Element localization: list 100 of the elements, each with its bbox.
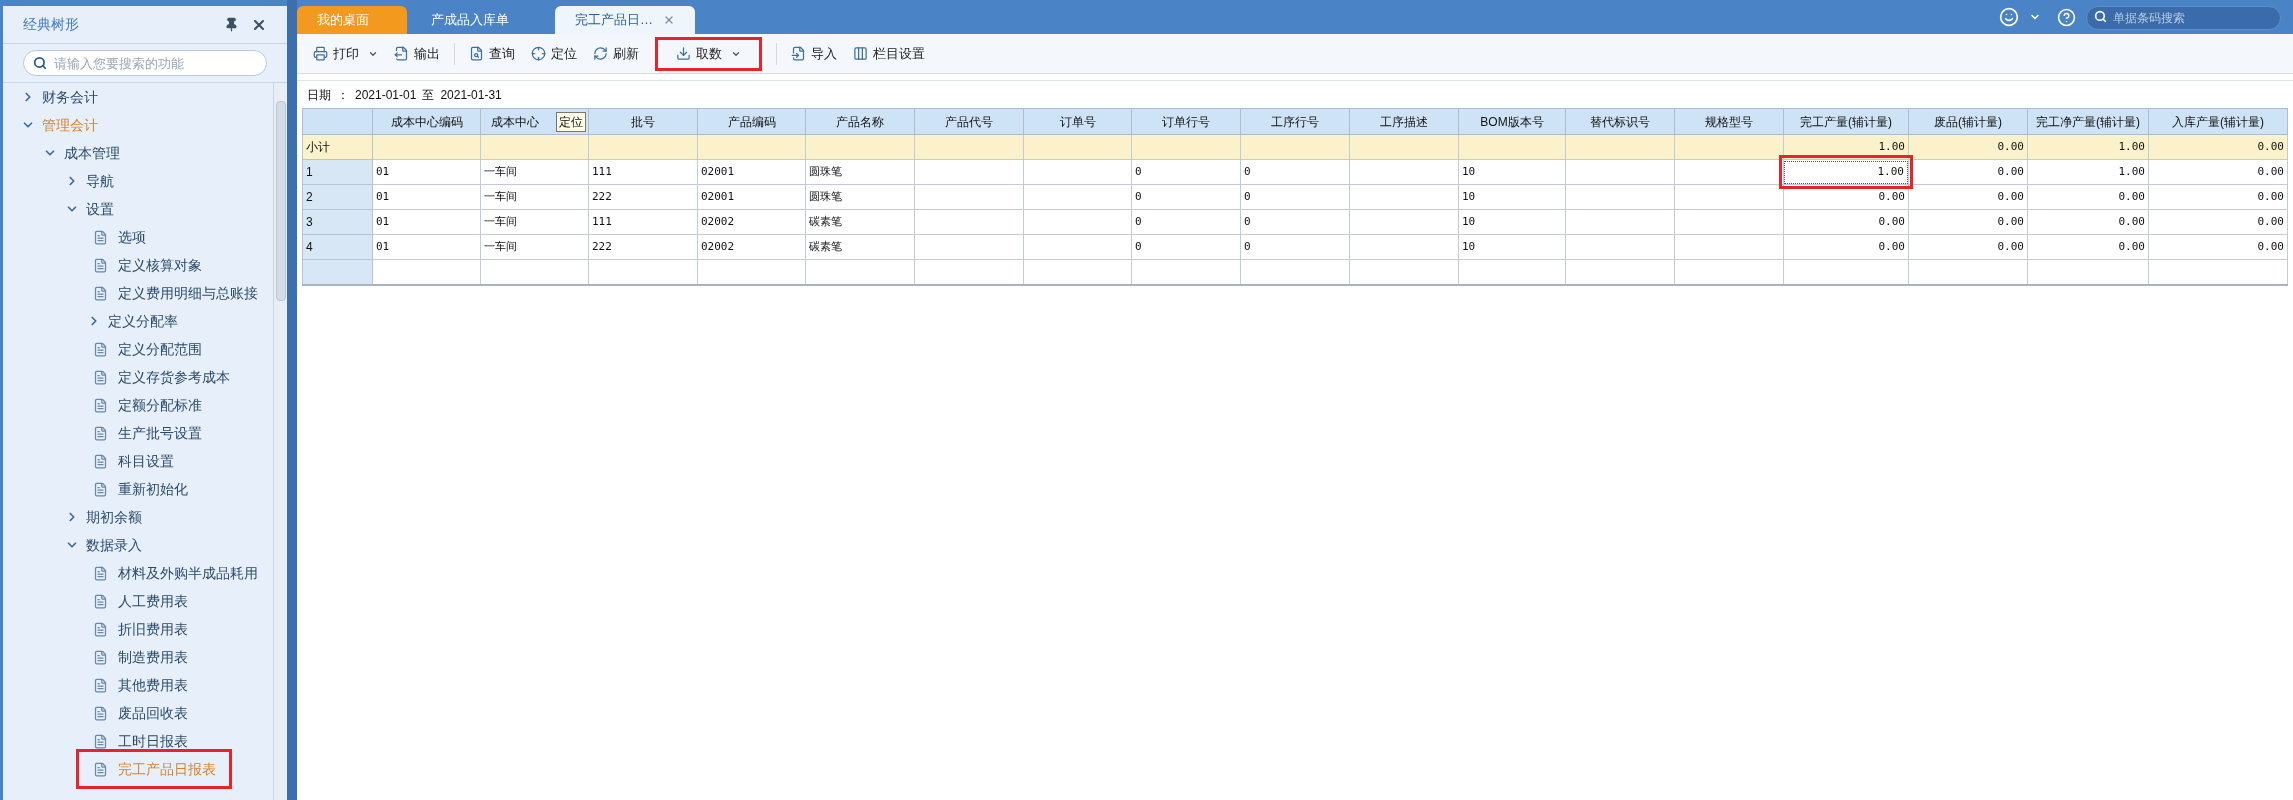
- table-cell-text: 02001: [700, 163, 736, 180]
- table-cell-text: 111: [591, 163, 613, 180]
- table-cell-text: 0.00: [2256, 138, 2285, 155]
- table-cell-text: 111: [591, 213, 613, 230]
- column-header[interactable]: 入库产量(辅计量): [2148, 108, 2288, 135]
- column-header[interactable]: 成本中心 定位: [480, 108, 589, 135]
- column-header[interactable]: 订单号: [1023, 108, 1132, 135]
- smiley-icon[interactable]: [1999, 7, 2019, 27]
- scrollbar[interactable]: [273, 83, 287, 800]
- document-icon: [93, 677, 108, 693]
- tree-item[interactable]: 定义存货参考成本: [116, 369, 232, 385]
- row-header[interactable]: 小计: [302, 134, 373, 160]
- column-header[interactable]: 规格型号: [1674, 108, 1784, 135]
- toolbar-button[interactable]: 查询: [461, 36, 523, 71]
- column-header[interactable]: 批号: [588, 108, 698, 135]
- table-cell-text: 10: [1461, 188, 1477, 205]
- toolbar-button[interactable]: 打印: [305, 36, 386, 71]
- table-cell-text: 0.00: [2256, 238, 2285, 255]
- document-icon: [93, 649, 108, 665]
- tree-item[interactable]: 工时日报表: [116, 733, 190, 749]
- table-cell-text: 02001: [700, 188, 736, 205]
- pin-icon[interactable]: [224, 17, 239, 32]
- document-icon: [93, 257, 108, 273]
- separator-text: ：: [337, 86, 349, 104]
- column-header[interactable]: 废品(辅计量): [1908, 108, 2028, 135]
- tree-item[interactable]: 定义分配范围: [116, 341, 204, 357]
- date-from: 2021-01-01: [355, 86, 417, 104]
- column-header[interactable]: 替代标识号: [1565, 108, 1675, 135]
- tree-item[interactable]: 科目设置: [116, 453, 176, 469]
- table-cell-text: 圆珠笔: [808, 188, 843, 205]
- toolbar-button[interactable]: 定位: [523, 36, 585, 71]
- column-header[interactable]: 工序行号: [1240, 108, 1350, 135]
- column-header[interactable]: 产品名称: [805, 108, 915, 135]
- row-header[interactable]: 3: [302, 209, 373, 235]
- toolbar-button[interactable]: 刷新: [585, 36, 647, 71]
- tree-item[interactable]: 废品回收表: [116, 705, 190, 721]
- row-header[interactable]: 1: [302, 159, 373, 185]
- column-header[interactable]: 产品代号: [914, 108, 1024, 135]
- tree-item[interactable]: 定义费用明细与总账接: [116, 285, 260, 301]
- toolbar-button[interactable]: 取数: [655, 36, 762, 71]
- tree-item[interactable]: 折旧费用表: [116, 621, 190, 637]
- tree-item[interactable]: 期初余额: [84, 509, 144, 525]
- tree-item[interactable]: 生产批号设置: [116, 425, 204, 441]
- tree-item[interactable]: 选项: [116, 229, 148, 245]
- column-header[interactable]: 完工产量(辅计量): [1783, 108, 1909, 135]
- to-label: 至: [422, 86, 435, 104]
- search-field[interactable]: 请输入您要搜索的功能: [23, 50, 267, 76]
- document-icon: [93, 593, 108, 609]
- tree-item[interactable]: 制造费用表: [116, 649, 190, 665]
- search-document-icon: [469, 46, 484, 61]
- table-cell-text: 0: [1243, 163, 1252, 180]
- toolbar-button[interactable]: 导入: [783, 36, 845, 71]
- column-header[interactable]: BOM版本号: [1458, 108, 1566, 135]
- table-cell-text: 222: [591, 238, 613, 255]
- tree-item[interactable]: 定义核算对象: [116, 257, 204, 273]
- row-header[interactable]: 4: [302, 234, 373, 260]
- tree-item[interactable]: 定义分配率: [106, 313, 180, 329]
- tree-item[interactable]: 定额分配标准: [116, 397, 204, 413]
- tree-item[interactable]: 导航: [84, 173, 116, 189]
- tab[interactable]: 完工产品日…: [555, 6, 695, 34]
- table-cell-text: 0: [1134, 163, 1143, 180]
- tree-item[interactable]: 成本管理: [62, 145, 122, 161]
- tooltip: 定位: [556, 112, 586, 132]
- table-cell-text: 02002: [700, 238, 736, 255]
- document-icon: [93, 397, 108, 413]
- tree-item[interactable]: 重新初始化: [116, 481, 190, 497]
- crosshair-icon: [531, 46, 546, 61]
- table-cell-text: 02002: [700, 213, 736, 230]
- column-header[interactable]: 完工净产量(辅计量): [2027, 108, 2149, 135]
- date-to: 2021-01-31: [440, 86, 502, 104]
- table-cell-text: 一车间: [483, 188, 518, 205]
- toolbar-button[interactable]: 栏目设置: [845, 36, 933, 71]
- table-cell-text: 0: [1134, 213, 1143, 230]
- column-header[interactable]: 工序描述: [1349, 108, 1459, 135]
- table-cell-text: 0.00: [2117, 188, 2146, 205]
- row-header[interactable]: 2: [302, 184, 373, 210]
- column-header[interactable]: 产品编码: [697, 108, 806, 135]
- tree-item[interactable]: 人工费用表: [116, 593, 190, 609]
- table-cell-text: 一车间: [483, 163, 518, 180]
- tree-item[interactable]: 材料及外购半成品耗用: [116, 565, 260, 581]
- table-cell-text: 01: [375, 238, 391, 255]
- table-cell-text: 0.00: [1996, 238, 2025, 255]
- tree-item[interactable]: 财务会计: [40, 89, 100, 105]
- columns-icon: [853, 46, 868, 61]
- table-cell-text: 0.00: [2117, 213, 2146, 230]
- tree-item[interactable]: 设置: [84, 201, 116, 217]
- help-icon[interactable]: [2057, 7, 2076, 27]
- table-cell-text: 10: [1461, 238, 1477, 255]
- barcode-search-field[interactable]: 单据条码搜索: [2086, 5, 2281, 30]
- document-icon: [93, 369, 108, 385]
- document-icon: [93, 621, 108, 637]
- tree-item[interactable]: 其他费用表: [116, 677, 190, 693]
- tab[interactable]: 产成品入库单: [411, 6, 551, 34]
- toolbar-button[interactable]: 输出: [386, 36, 448, 71]
- column-header[interactable]: 订单行号: [1131, 108, 1241, 135]
- export-icon: [394, 46, 409, 61]
- document-icon: [93, 761, 108, 777]
- panel-title: 经典树形: [23, 15, 80, 34]
- tree-item[interactable]: 数据录入: [84, 537, 144, 553]
- column-header[interactable]: 成本中心编码: [372, 108, 481, 135]
